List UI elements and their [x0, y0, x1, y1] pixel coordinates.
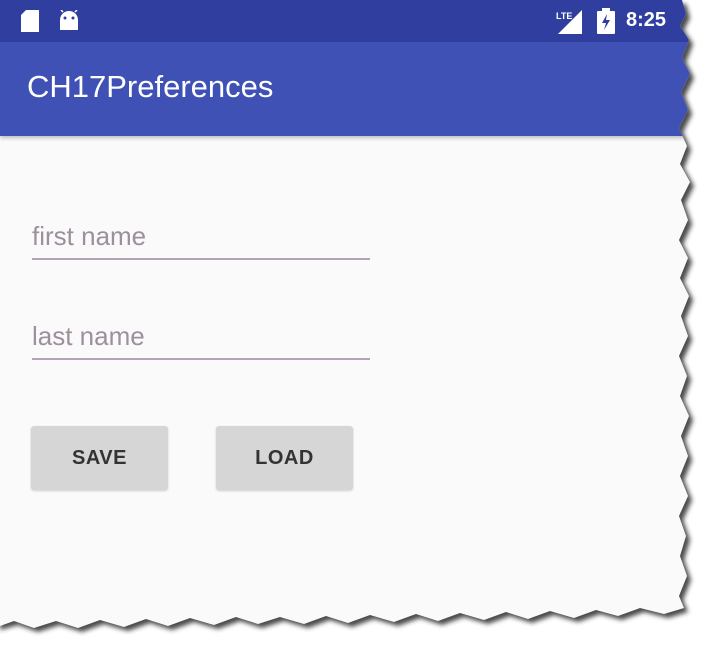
- status-time: 8:25: [626, 9, 667, 31]
- sd-card-icon: [21, 10, 39, 37]
- save-button[interactable]: SAVE: [31, 426, 168, 490]
- app-title: CH17Preferences: [27, 69, 274, 104]
- last-name-input[interactable]: [32, 314, 370, 358]
- status-bar: LTE 8:25: [0, 0, 709, 42]
- lte-label: LTE: [556, 11, 572, 21]
- app-bar: CH17Preferences: [0, 42, 709, 136]
- app-screen: LTE 8:25 CH17Preferences SAVE LOAD: [0, 0, 709, 664]
- last-name-underline: [32, 358, 370, 360]
- first-name-underline: [32, 258, 370, 260]
- battery-charging-icon: [597, 8, 615, 39]
- first-name-input[interactable]: [32, 214, 370, 258]
- first-name-field-container: [32, 214, 370, 264]
- android-icon: [58, 10, 80, 37]
- lte-signal-icon: LTE: [556, 8, 582, 39]
- last-name-field-container: [32, 314, 370, 364]
- load-button[interactable]: LOAD: [216, 426, 353, 490]
